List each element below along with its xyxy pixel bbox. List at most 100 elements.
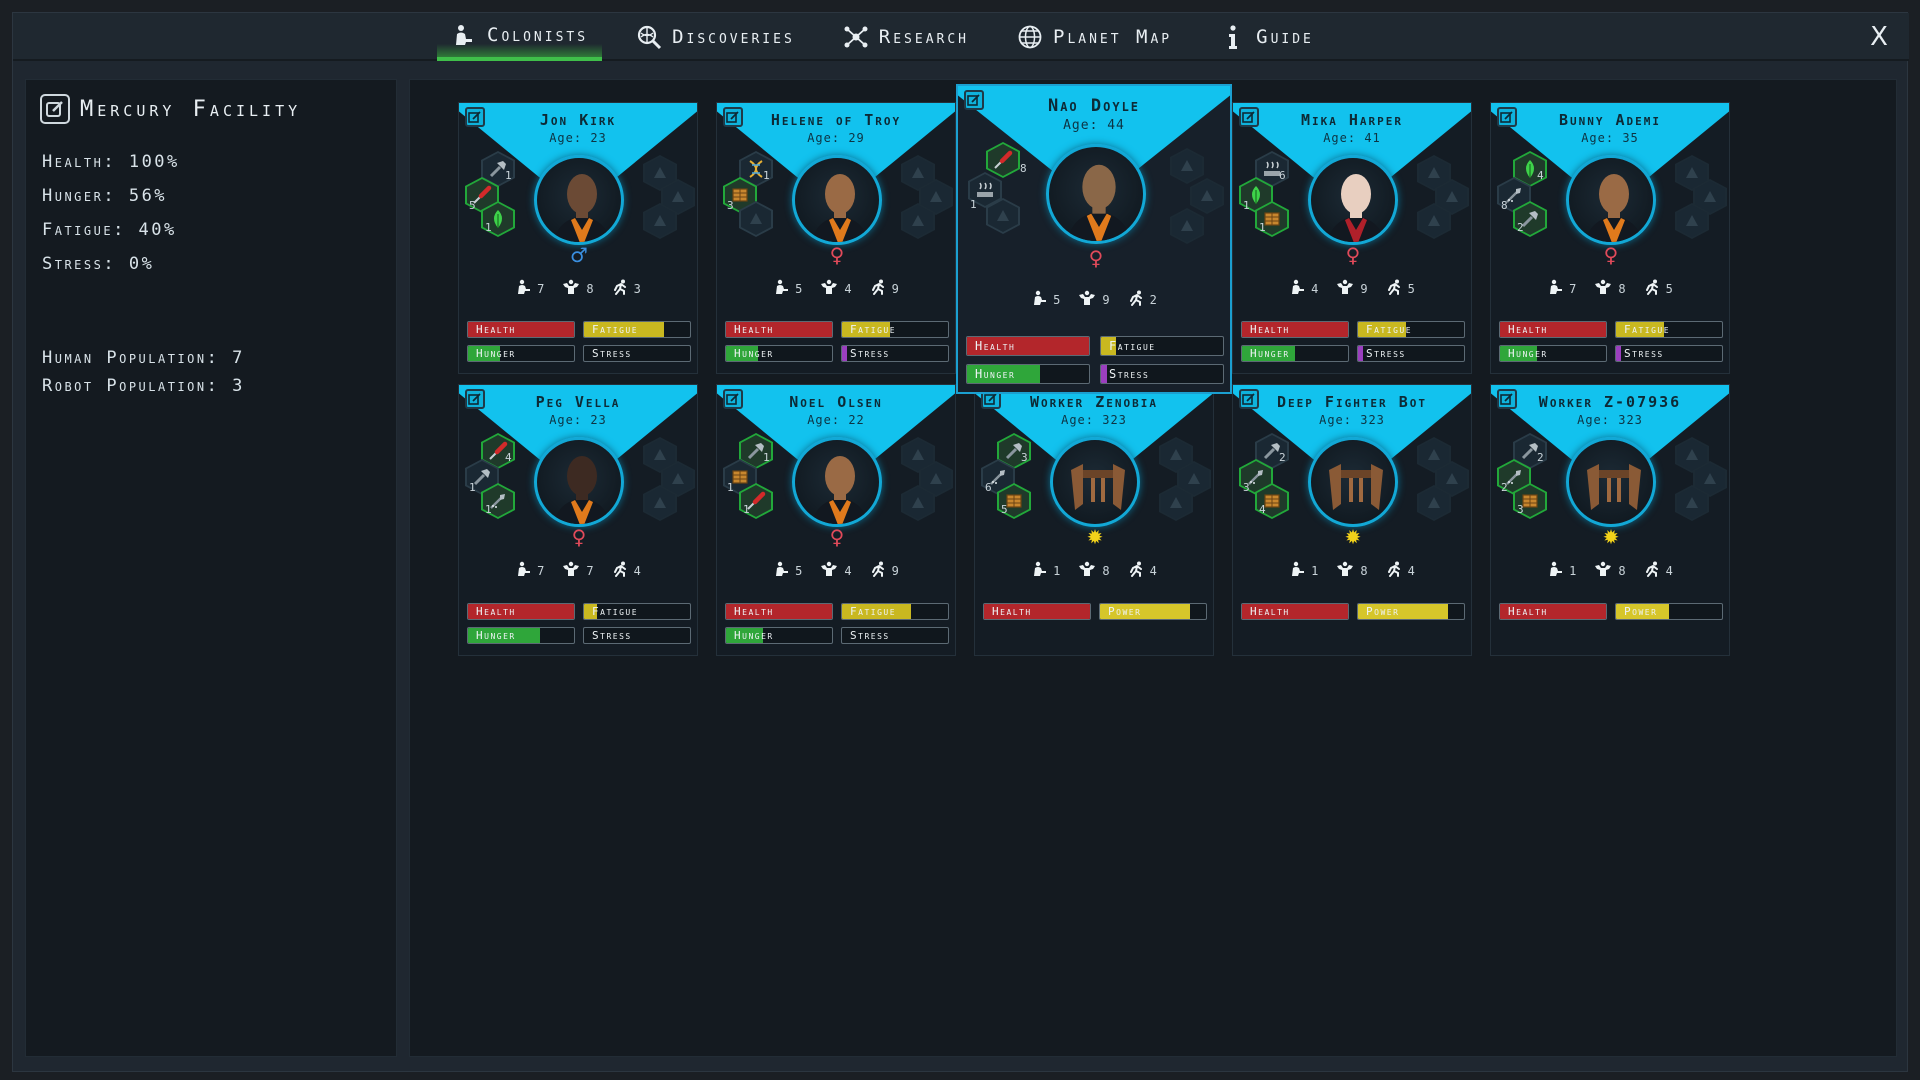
bar-label: Health — [1508, 323, 1548, 336]
tab-label: Research — [878, 26, 970, 48]
colonist-name: Helene of Troy — [770, 111, 902, 129]
attribute: 4 — [820, 561, 852, 580]
colonist-icon — [451, 22, 477, 48]
attribute-value: 5 — [1665, 281, 1673, 296]
attribute-value: 1 — [1311, 563, 1319, 578]
attribute: 8 — [1594, 561, 1626, 580]
colonist-age: Age: 29 — [807, 131, 865, 145]
tab-discoveries[interactable]: Discoveries — [622, 13, 809, 61]
facility-health: Health: 100% — [42, 152, 180, 172]
fatigue-bar: Fatigue — [583, 603, 691, 620]
attribute-row: 1 8 4 — [975, 561, 1213, 580]
attribute: 4 — [820, 279, 852, 298]
empty-slot-icon — [1172, 150, 1202, 182]
attribute: 7 — [515, 279, 544, 298]
attribute-value: 9 — [1360, 281, 1368, 296]
colonist-card[interactable]: Worker Zenobia Age: 323 ✹ 3 6 5 1 8 4 Health Power — [974, 384, 1214, 656]
attribute-row: 1 8 4 — [1491, 561, 1729, 580]
facility-stress: Stress: 0% — [42, 254, 155, 274]
bar-fill — [842, 346, 848, 361]
colonist-card[interactable]: Peg Vella Age: 23 ♀ 4 1 1 7 7 4 Health Fatigue Hung… — [458, 384, 698, 656]
skill-level: 1 — [970, 198, 977, 211]
build-stat-icon — [773, 561, 789, 580]
bar-label: Hunger — [975, 367, 1016, 381]
trait-slot — [1170, 208, 1204, 244]
attribute-value: 7 — [537, 281, 545, 296]
skill-level: 6 — [985, 481, 992, 494]
attribute: 4 — [612, 561, 641, 580]
colonist-age: Age: 41 — [1323, 131, 1381, 145]
build-stat-icon — [515, 561, 531, 580]
attribute: 4 — [1644, 561, 1673, 580]
bar-label: Health — [992, 605, 1032, 618]
bar-label: Hunger — [734, 629, 774, 642]
fatigue-bar: Fatigue — [1357, 321, 1465, 338]
colonist-card[interactable]: Mika Harper Age: 41 ♀ 6 1 1 4 9 5 Health Fatigue Hu… — [1232, 102, 1472, 374]
attribute: 9 — [1336, 279, 1368, 298]
attribute-row: 5 4 9 — [717, 279, 955, 298]
build-stat-icon — [1031, 561, 1047, 580]
power-bar: Power — [1099, 603, 1207, 620]
tab-colonists[interactable]: Colonists — [437, 13, 603, 61]
empty-slot-icon — [1677, 205, 1707, 237]
stress-bar: Stress — [583, 345, 691, 362]
colonist-card[interactable]: Bunny Ademi Age: 35 ♀ 4 8 2 7 8 5 Health Fatigue Hu… — [1490, 102, 1730, 374]
bar-label: Fatigue — [850, 605, 897, 618]
tab-label: Planet Map — [1053, 26, 1173, 48]
colonist-name: Jon Kirk — [539, 111, 617, 129]
female-icon: ♀ — [1345, 243, 1361, 267]
female-icon: ♀ — [829, 243, 845, 267]
stress-bar: Stress — [1615, 345, 1723, 362]
speed-stat-icon — [1128, 561, 1144, 580]
strength-stat-icon — [820, 561, 838, 580]
strength-stat-icon — [820, 279, 838, 298]
bar-label: Power — [1108, 605, 1142, 618]
empty-slot-icon — [988, 200, 1018, 232]
speed-stat-icon — [1128, 290, 1144, 309]
colonist-age: Age: 22 — [807, 413, 865, 427]
fatigue-bar: Fatigue — [841, 603, 949, 620]
attribute-row: 4 9 5 — [1233, 279, 1471, 298]
human-population: Human Population: 7 — [42, 348, 245, 368]
bar-label: Power — [1624, 605, 1658, 618]
colonist-card[interactable]: Deep Fighter Bot Age: 323 ✹ 2 3 4 1 8 4 Health Pow… — [1232, 384, 1472, 656]
close-button[interactable]: X — [1863, 21, 1895, 53]
colonist-card[interactable]: Helene of Troy Age: 29 ♀ 1 3 5 4 9 Health Fatigue… — [716, 102, 956, 374]
robot-portrait — [1050, 437, 1140, 527]
build-stat-icon — [1289, 279, 1305, 298]
female-icon: ♀ — [1088, 246, 1104, 270]
attribute: 5 — [773, 561, 802, 580]
bar-label: Fatigue — [1109, 339, 1156, 353]
strength-stat-icon — [1594, 561, 1612, 580]
hunger-bar: Hunger — [467, 345, 575, 362]
colonist-card[interactable]: Noel Olsen Age: 22 ♀ 1 1 1 5 4 9 Health Fatigue Hun… — [716, 384, 956, 656]
hunger-bar: Hunger — [1499, 345, 1607, 362]
health-bar: Health — [1241, 603, 1349, 620]
skill-level: 3 — [727, 199, 734, 212]
colonist-grid-panel: Jon Kirk Age: 23 ♂ 1 5 1 7 8 3 Health Fatigue Hunge… — [409, 79, 1897, 1057]
attribute: 7 — [562, 561, 594, 580]
power-icon: ✹ — [1344, 525, 1362, 549]
tab-planet-map[interactable]: Planet Map — [1003, 13, 1186, 61]
skill-level: 2 — [1501, 481, 1508, 494]
tab-label: Guide — [1256, 26, 1314, 48]
speed-stat-icon — [1386, 561, 1402, 580]
attribute: 8 — [1336, 561, 1368, 580]
empty-slot-icon — [1677, 487, 1707, 519]
speed-stat-icon — [1644, 561, 1660, 580]
colonist-card[interactable]: Worker Z-07936 Age: 323 ✹ 2 2 3 1 8 4 Health Power — [1490, 384, 1730, 656]
attribute: 1 — [1289, 561, 1318, 580]
attribute-value: 4 — [1311, 281, 1319, 296]
tab-guide[interactable]: Guide — [1206, 13, 1328, 61]
speed-stat-icon — [1644, 279, 1660, 298]
edit-icon[interactable] — [40, 94, 70, 124]
colonist-portrait — [534, 155, 624, 245]
attribute-value: 7 — [537, 563, 545, 578]
tab-research[interactable]: Research — [829, 13, 983, 61]
colonist-age: Age: 44 — [1063, 118, 1125, 133]
colonist-card[interactable]: Nao Doyle Age: 44 ♀ 8 1 5 9 2 Health Fatigue Hunge… — [956, 84, 1232, 394]
skill-level: 1 — [505, 169, 512, 182]
colonist-card[interactable]: Jon Kirk Age: 23 ♂ 1 5 1 7 8 3 Health Fatigue Hunge… — [458, 102, 698, 374]
colonist-age: Age: 23 — [549, 131, 607, 145]
skill-level: 3 — [1517, 503, 1524, 516]
